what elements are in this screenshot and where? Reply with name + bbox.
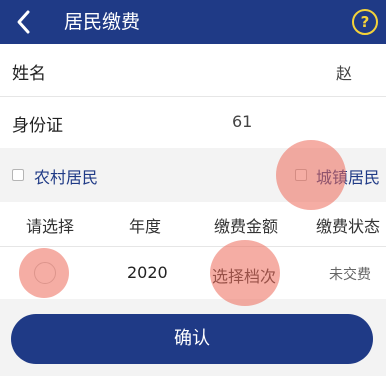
page-title: 居民缴费: [64, 11, 141, 33]
app-header: 居民缴费 ?: [0, 0, 386, 44]
chevron-left-icon: [17, 10, 30, 34]
payment-status: 未交费: [329, 267, 371, 283]
column-header-select: 请选择: [26, 217, 75, 236]
help-button[interactable]: ?: [352, 9, 378, 35]
back-button[interactable]: [12, 7, 36, 37]
row-select-radio[interactable]: [34, 262, 56, 284]
name-label: 姓名: [12, 64, 46, 84]
confirm-button[interactable]: 确认: [11, 314, 373, 364]
resident-type-group: 农村居民 城镇居民: [0, 148, 386, 202]
table-header: 请选择 年度 缴费金额 缴费状态: [0, 202, 386, 246]
name-value: 赵: [336, 64, 353, 83]
year-cell: 2020: [127, 263, 168, 282]
id-row: 身份证 61: [0, 97, 386, 148]
urban-option-label[interactable]: 城镇居民: [316, 164, 380, 188]
id-label: 身份证: [12, 116, 63, 136]
select-level-link[interactable]: 选择档次: [212, 263, 276, 287]
urban-checkbox[interactable]: [295, 169, 307, 181]
column-header-status: 缴费状态: [316, 217, 381, 236]
id-value: 61: [232, 112, 253, 131]
rural-option-label[interactable]: 农村居民: [34, 164, 98, 188]
table-row: 2020 选择档次 未交费: [0, 247, 386, 299]
name-row: 姓名 赵: [0, 44, 386, 96]
column-header-amount: 缴费金额: [214, 217, 279, 236]
rural-checkbox[interactable]: [12, 169, 24, 181]
column-header-year: 年度: [129, 217, 162, 236]
